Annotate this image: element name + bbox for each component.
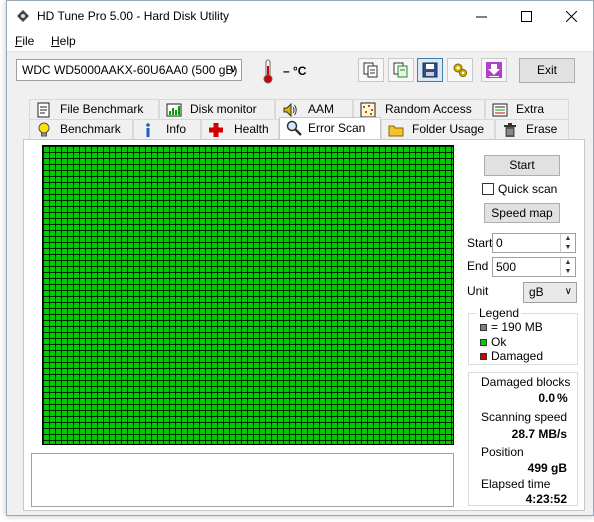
save-button[interactable] xyxy=(417,58,443,82)
quick-scan-checkbox[interactable] xyxy=(482,183,494,195)
tab-aam[interactable]: AAM xyxy=(275,99,353,119)
tab-label: Random Access xyxy=(385,102,472,116)
scan-block-map-cells xyxy=(43,146,453,444)
ok-swatch xyxy=(480,339,487,346)
drive-select-value: WDC WD5000AAKX-60U6AA0 (500 gB) xyxy=(22,63,238,77)
menu-file[interactable]: File xyxy=(15,34,34,48)
position-value: 499 gB xyxy=(527,461,567,475)
start-button[interactable]: Start xyxy=(484,155,560,176)
tab-label: Disk monitor xyxy=(190,102,257,116)
tab-info[interactable]: Info xyxy=(133,119,201,139)
trash-icon xyxy=(504,123,516,137)
gears-icon xyxy=(453,63,467,77)
tab-label: Info xyxy=(166,122,187,136)
bulb-icon xyxy=(38,122,50,137)
elapsed-time-value: 4:23:52 xyxy=(525,492,567,506)
download-arrow-icon xyxy=(486,62,502,78)
random-access-icon xyxy=(360,102,376,118)
window-title: HD Tune Pro 5.00 - Hard Disk Utility xyxy=(37,9,230,23)
copy-all-icon xyxy=(393,62,408,78)
tab-label: Erase xyxy=(526,122,558,136)
title-bar[interactable]: HD Tune Pro 5.00 - Hard Disk Utility xyxy=(7,1,593,31)
legend-damaged: Damaged xyxy=(491,349,544,363)
speed-map-button[interactable]: Speed map xyxy=(484,203,560,223)
chevron-down-icon: ∨ xyxy=(229,64,237,75)
unit-label: Unit xyxy=(467,284,489,298)
minimize-button[interactable] xyxy=(459,1,504,31)
app-logo-icon xyxy=(17,10,29,22)
magnifier-icon xyxy=(286,120,302,136)
quick-scan-label: Quick scan xyxy=(498,182,558,196)
hdtune-window: HD Tune Pro 5.00 - Hard Disk Utility Fil… xyxy=(6,0,594,516)
maximize-icon xyxy=(521,10,532,22)
toolbar: WDC WD5000AAKX-60U6AA0 (500 gB) ∨ – °C E… xyxy=(7,52,593,92)
close-button[interactable] xyxy=(549,1,594,31)
exit-button[interactable]: Exit xyxy=(519,58,575,83)
tab-random-access[interactable]: Random Access xyxy=(353,99,485,119)
end-input-value: 500 xyxy=(496,260,517,274)
health-cross-icon xyxy=(209,123,223,137)
scanning-speed-value: 28.7 MB/s xyxy=(511,427,567,441)
download-button[interactable] xyxy=(481,58,507,82)
end-input[interactable]: 500 ▲ ▼ xyxy=(492,257,576,277)
copy-all-button[interactable] xyxy=(388,58,414,82)
start-input-value: 0 xyxy=(496,236,503,250)
tab-label: Folder Usage xyxy=(412,122,485,136)
tab-file-benchmark[interactable]: File Benchmark xyxy=(29,99,159,119)
chevron-down-icon: ∨ xyxy=(564,286,572,297)
file-benchmark-icon xyxy=(37,102,50,118)
damaged-blocks-value: 0.0 xyxy=(538,391,555,405)
menu-help[interactable]: Help xyxy=(51,34,76,48)
tab-health[interactable]: Health xyxy=(201,119,279,139)
error-scan-panel: Start Quick scan Speed map Start 0 ▲ ▼ En… xyxy=(23,139,585,511)
tab-benchmark[interactable]: Benchmark xyxy=(29,119,133,139)
block-size-swatch xyxy=(480,324,487,331)
folder-icon xyxy=(388,125,404,137)
options-button[interactable] xyxy=(447,58,473,82)
disk-monitor-icon xyxy=(166,103,182,117)
position-label: Position xyxy=(481,445,524,459)
info-icon xyxy=(146,123,150,137)
damaged-blocks-label: Damaged blocks xyxy=(481,375,571,389)
tab-label: Error Scan xyxy=(308,121,366,135)
unit-select-value: gB xyxy=(529,285,544,299)
legend-group: Legend = 190 MB Ok Damaged xyxy=(468,306,578,365)
minimize-icon xyxy=(476,16,487,17)
legend-title: Legend xyxy=(477,306,522,320)
tab-erase[interactable]: Erase xyxy=(495,119,569,139)
tab-label: File Benchmark xyxy=(60,102,144,116)
stats-group: Damaged blocks 0.0 % Scanning speed 28.7… xyxy=(468,372,578,506)
tab-extra-tests[interactable]: Extra tests xyxy=(485,99,569,135)
damaged-blocks-unit: % xyxy=(557,391,568,405)
scan-log-box[interactable] xyxy=(31,453,454,507)
tab-label: Health xyxy=(234,122,269,136)
damaged-swatch xyxy=(480,353,487,360)
speaker-icon xyxy=(283,102,297,118)
scanning-speed-label: Scanning speed xyxy=(481,410,568,424)
extra-tests-icon xyxy=(492,103,508,117)
spinner-arrows-icon[interactable]: ▲ ▼ xyxy=(560,258,575,276)
tab-label: Benchmark xyxy=(60,122,121,136)
tab-folder-usage[interactable]: Folder Usage xyxy=(381,119,495,139)
thermometer-icon xyxy=(263,59,273,84)
end-field-label: End xyxy=(467,259,489,273)
start-field-label: Start xyxy=(467,236,493,250)
elapsed-time-label: Elapsed time xyxy=(481,477,551,491)
spinner-arrows-icon[interactable]: ▲ ▼ xyxy=(560,234,575,252)
close-icon xyxy=(566,10,577,22)
drive-select[interactable]: WDC WD5000AAKX-60U6AA0 (500 gB) ∨ xyxy=(16,59,242,81)
menu-bar: File Help xyxy=(7,31,593,52)
maximize-button[interactable] xyxy=(504,1,549,31)
floppy-disk-icon xyxy=(422,62,438,78)
scan-block-map xyxy=(42,145,454,445)
legend-block-size: = 190 MB xyxy=(491,320,543,334)
copy-info-button[interactable] xyxy=(358,58,384,82)
temperature-readout: – °C xyxy=(283,64,307,78)
tab-disk-monitor[interactable]: Disk monitor xyxy=(159,99,275,119)
legend-ok: Ok xyxy=(491,335,507,349)
unit-select[interactable]: gB ∨ xyxy=(523,282,577,303)
copy-icon xyxy=(363,62,378,78)
tab-error-scan[interactable]: Error Scan xyxy=(279,117,381,139)
start-input[interactable]: 0 ▲ ▼ xyxy=(492,233,576,253)
